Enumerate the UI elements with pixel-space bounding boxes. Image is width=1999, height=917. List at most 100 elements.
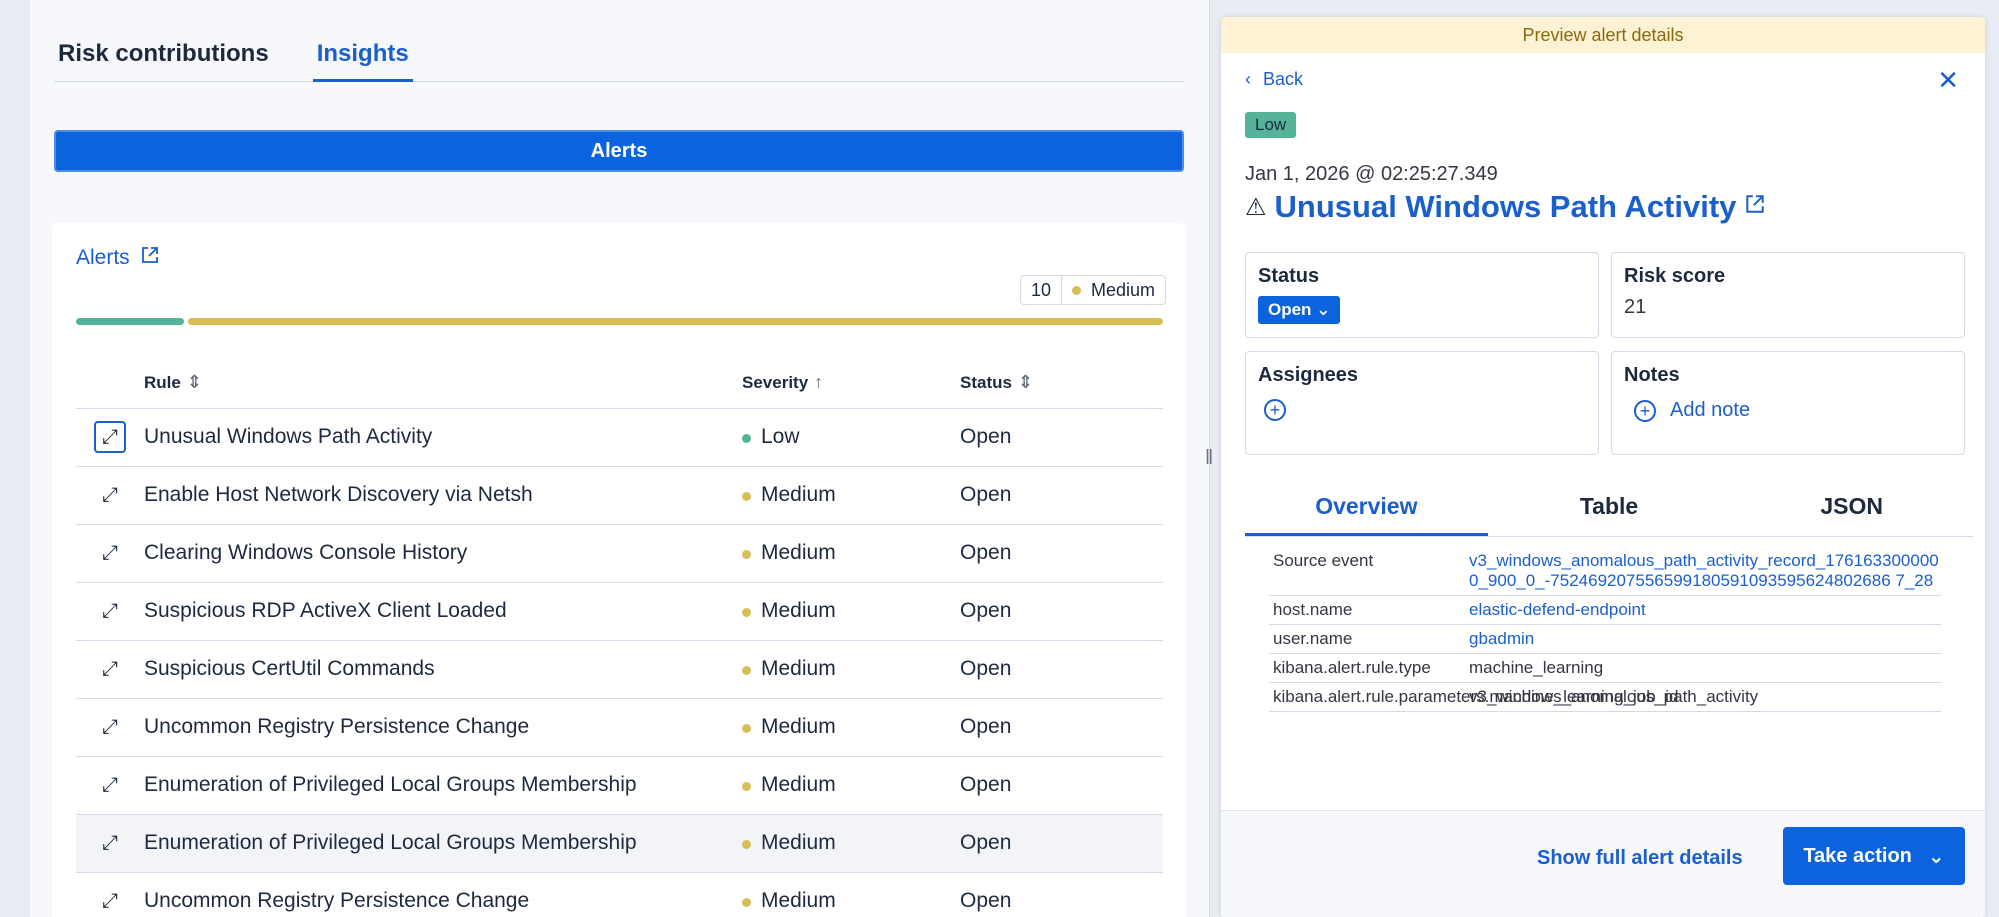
expand-cell[interactable]: ⤢ — [76, 640, 144, 699]
assignees-label: Assignees — [1258, 364, 1359, 386]
expand-icon: ⤢ — [102, 889, 118, 912]
risk-score-label: Risk score — [1624, 265, 1726, 287]
status-cell: Open — [960, 872, 1163, 917]
status-cell: Open — [960, 814, 1163, 873]
tab-json[interactable]: JSON — [1730, 485, 1973, 536]
flyout-tabs: Risk contributions Insights — [54, 30, 1184, 82]
notes-card: Notes + Add note — [1611, 351, 1965, 455]
show-full-alert-details-link[interactable]: Show full alert details — [1537, 847, 1743, 870]
rule-cell: Unusual Windows Path Activity — [144, 408, 742, 467]
expand-icon: ⤢ — [102, 483, 118, 506]
alert-preview-panel: Preview alert details ‹ Back ✕ Low Jan 1… — [1221, 17, 1985, 917]
alert-timestamp: Jan 1, 2026 @ 02:25:27.349 — [1245, 163, 1498, 185]
risk-score-value: 21 — [1624, 296, 1647, 318]
rule-cell: Uncommon Registry Persistence Change — [144, 872, 742, 917]
add-note-button[interactable]: + Add note — [1634, 399, 1952, 422]
expand-icon: ⤢ — [102, 657, 118, 680]
add-assignee-icon[interactable]: + — [1264, 399, 1286, 421]
assignees-card: Assignees + — [1245, 351, 1599, 455]
alerts-link[interactable]: Alerts — [76, 245, 160, 271]
expand-cell[interactable]: ⤢ — [76, 814, 144, 873]
chevron-left-icon: ‹ — [1245, 69, 1251, 89]
tab-insights[interactable]: Insights — [312, 30, 413, 82]
severity-cell: Medium — [742, 814, 960, 873]
severity-dot-icon — [742, 782, 751, 791]
severity-summary-badge: 10 Medium — [1019, 275, 1166, 305]
rule-cell: Enumeration of Privileged Local Groups M… — [144, 756, 742, 815]
column-header-rule[interactable]: Rule ⇕ — [144, 358, 742, 409]
column-header-severity[interactable]: Severity ↑ — [742, 358, 960, 409]
expand-cell[interactable]: ⤢ — [76, 466, 144, 525]
table-row[interactable]: ⤢ Enumeration of Privileged Local Groups … — [76, 756, 1163, 815]
table-row[interactable]: ⤢ Uncommon Registry Persistence Change Med… — [76, 698, 1163, 757]
expand-cell[interactable]: ⤢ — [76, 408, 144, 467]
preview-footer: Show full alert details Take action ⌄ — [1221, 810, 1985, 917]
alert-fields-table: Source event v3_windows_anomalous_path_ac… — [1269, 547, 1941, 712]
rule-cell: Suspicious CertUtil Commands — [144, 640, 742, 699]
field-key: user.name — [1273, 629, 1353, 648]
severity-dot-icon — [742, 550, 751, 559]
table-row[interactable]: ⤢ Enable Host Network Discovery via Netsh… — [76, 466, 1163, 525]
severity-badge: Low — [1245, 112, 1297, 138]
column-header-status[interactable]: Status ⇕ — [960, 358, 1163, 409]
severity-cell: Low — [742, 408, 960, 467]
expand-icon: ⤢ — [94, 421, 126, 453]
field-value[interactable]: gbadmin — [1469, 629, 1941, 649]
close-icon[interactable]: ✕ — [1937, 65, 1959, 96]
table-row[interactable]: ⤢ Suspicious CertUtil Commands Medium Open — [76, 640, 1163, 699]
risk-score-card: Risk score 21 — [1611, 252, 1965, 338]
table-header-row: Rule ⇕ Severity ↑ Status ⇕ — [76, 358, 1163, 409]
table-row[interactable]: ⤢ Enumeration of Privileged Local Groups … — [76, 814, 1163, 873]
external-link-icon — [1744, 193, 1766, 222]
field-key: Source event — [1273, 551, 1374, 570]
severity-cell: Medium — [742, 582, 960, 641]
sort-ascending-icon: ↑ — [814, 372, 824, 393]
alert-count: 10 — [1021, 276, 1062, 304]
field-row: kibana.alert.rule.parameters.machine_lea… — [1269, 683, 1941, 712]
status-cell: Open — [960, 698, 1163, 757]
rule-cell: Suspicious RDP ActiveX Client Loaded — [144, 582, 742, 641]
back-button[interactable]: ‹ Back — [1245, 69, 1303, 90]
alerts-card: Alerts 10 Medium Rule ⇕ Severity ↑ Status ⇕ — [52, 223, 1186, 917]
expand-cell[interactable]: ⤢ — [76, 872, 144, 917]
status-cell: Open — [960, 408, 1163, 467]
expand-icon: ⤢ — [102, 541, 118, 564]
tab-table[interactable]: Table — [1488, 485, 1731, 536]
table-row[interactable]: ⤢ Clearing Windows Console History Medium O… — [76, 524, 1163, 583]
chevron-down-icon: ⌄ — [1927, 845, 1945, 868]
tab-overview[interactable]: Overview — [1245, 485, 1488, 536]
tab-risk-contributions[interactable]: Risk contributions — [54, 30, 273, 82]
take-action-button[interactable]: Take action ⌄ — [1783, 827, 1965, 885]
severity-dot-icon — [742, 666, 751, 675]
sort-icon: ⇕ — [1017, 372, 1034, 393]
alerts-toggle-button[interactable]: Alerts — [54, 130, 1184, 172]
table-row[interactable]: ⤢ Suspicious RDP ActiveX Client Loaded Med… — [76, 582, 1163, 641]
sort-icon: ⇕ — [186, 372, 202, 393]
expand-icon: ⤢ — [102, 831, 118, 854]
expand-cell[interactable]: ⤢ — [76, 582, 144, 641]
table-row[interactable]: ⤢ Unusual Windows Path Activity Low Open — [76, 408, 1163, 467]
status-card: Status Open ⌄ — [1245, 252, 1599, 338]
status-cell: Open — [960, 524, 1163, 583]
expand-cell[interactable]: ⤢ — [76, 524, 144, 583]
severity-cell: Medium — [742, 640, 960, 699]
rule-cell: Clearing Windows Console History — [144, 524, 742, 583]
status-cell: Open — [960, 756, 1163, 815]
status-dropdown[interactable]: Open ⌄ — [1258, 296, 1341, 324]
status-cell: Open — [960, 640, 1163, 699]
field-value[interactable]: v3_windows_anomalous_path_activity_recor… — [1469, 551, 1941, 591]
field-value[interactable]: elastic-defend-endpoint — [1469, 600, 1941, 620]
table-row[interactable]: ⤢ Uncommon Registry Persistence Change Med… — [76, 872, 1163, 917]
severity-cell: Medium — [742, 524, 960, 583]
notes-label: Notes — [1624, 364, 1680, 386]
severity-dot-icon — [742, 898, 751, 907]
rule-cell: Uncommon Registry Persistence Change — [144, 698, 742, 757]
field-value: v3_windows_anomalous_path_activity — [1469, 687, 1759, 706]
expand-cell[interactable]: ⤢ — [76, 756, 144, 815]
alert-title-link[interactable]: ⚠ Unusual Windows Path Activity — [1245, 189, 1766, 225]
alerts-link-label: Alerts — [76, 246, 130, 269]
external-link-icon — [140, 245, 160, 271]
expand-cell[interactable]: ⤢ — [76, 698, 144, 757]
severity-dot-icon — [742, 434, 751, 443]
resize-handle[interactable]: ‖ — [1205, 447, 1213, 470]
